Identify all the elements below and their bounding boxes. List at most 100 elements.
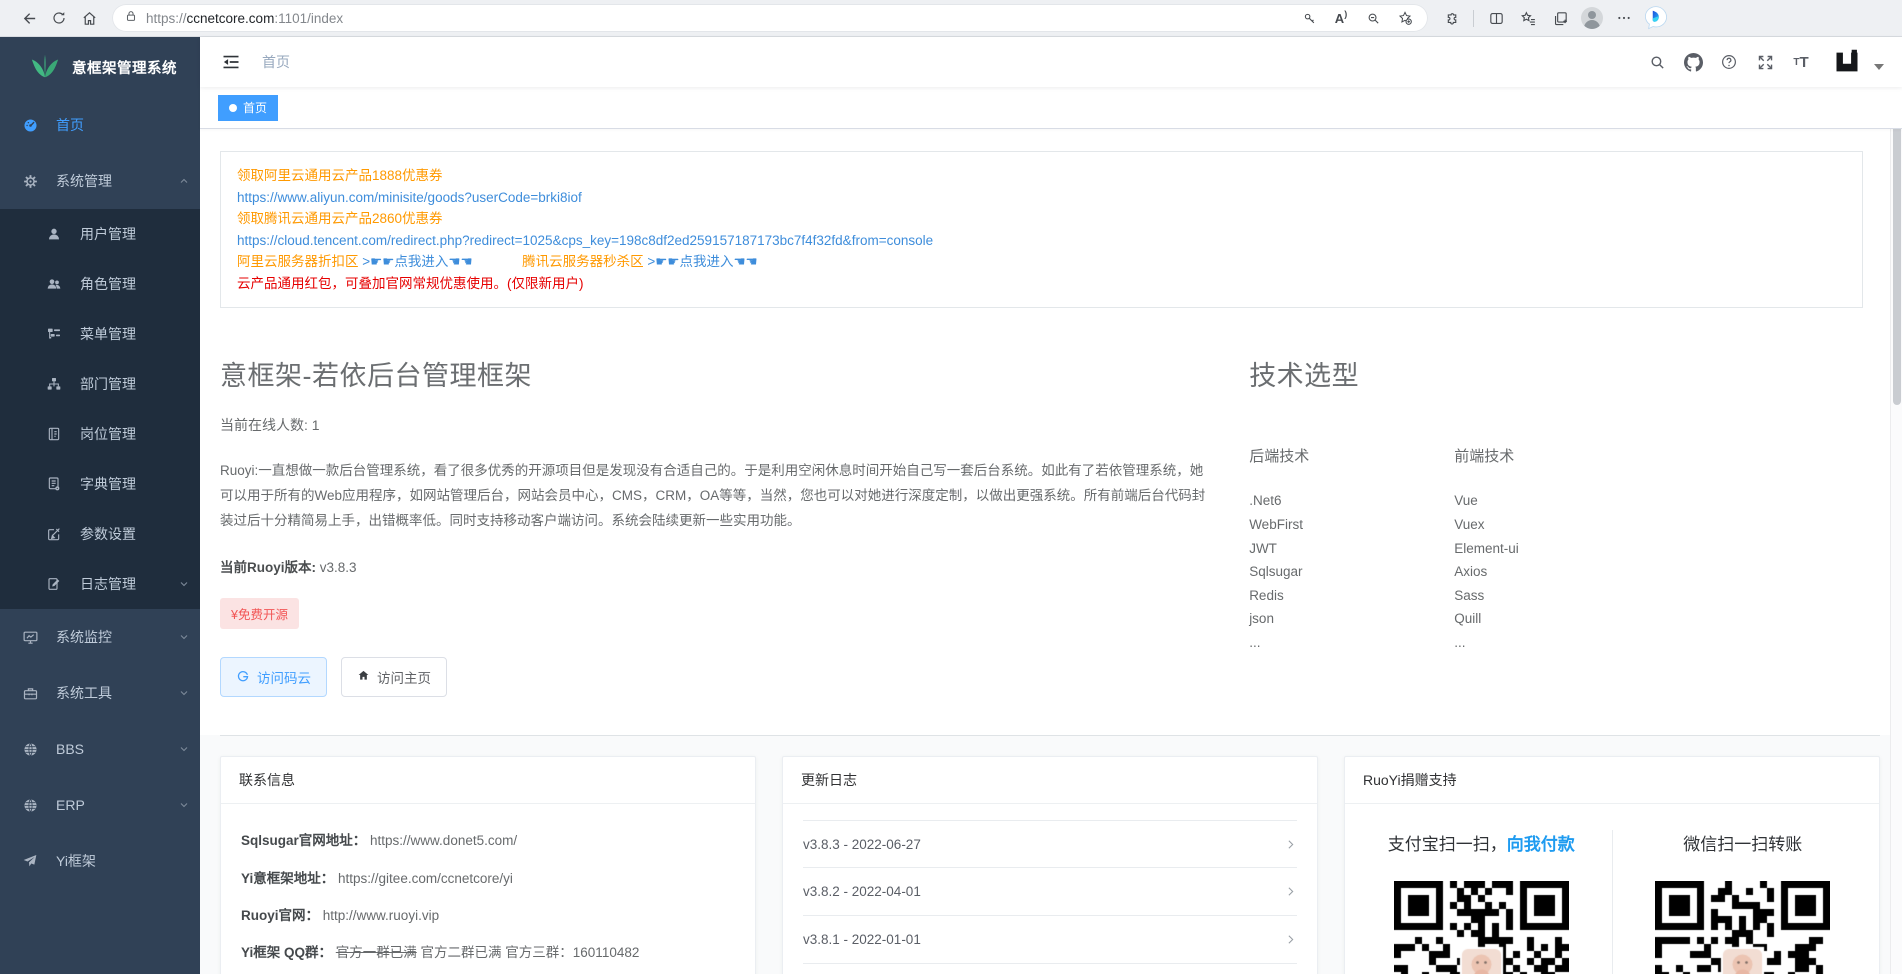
address-bar[interactable]: https://ccnetcore.com:1101/index A) xyxy=(112,4,1428,32)
sidebar-item-tools[interactable]: 系统工具 xyxy=(0,665,200,721)
dashboard-icon xyxy=(22,117,42,134)
paper-plane-icon xyxy=(22,853,42,869)
sidebar-item-menu-mgmt[interactable]: 菜单管理 xyxy=(0,309,200,359)
sqlsugar-link[interactable]: https://www.donet5.com/ xyxy=(370,833,517,848)
chevron-down-icon xyxy=(178,799,190,811)
sidebar-item-log-mgmt[interactable]: 日志管理 xyxy=(0,559,200,609)
password-key-icon[interactable] xyxy=(1294,3,1324,33)
fullscreen-icon[interactable] xyxy=(1750,47,1780,77)
chevron-up-icon xyxy=(178,175,190,187)
visit-homepage-button[interactable]: 访问主页 xyxy=(341,657,447,697)
visit-gitee-button[interactable]: 访问码云 xyxy=(220,657,327,697)
tencent-enter-link[interactable]: >☛☛点我进入☚☚ xyxy=(647,254,757,269)
collections-icon[interactable] xyxy=(1545,3,1575,33)
org-tree-icon xyxy=(46,376,66,392)
notice-box: 领取阿里云通用云产品1888优惠券 https://www.aliyun.com… xyxy=(220,151,1863,308)
toolbox-icon xyxy=(22,685,42,702)
chevron-right-icon xyxy=(1284,838,1297,851)
app-logo[interactable]: 意框架管理系统 xyxy=(0,37,200,97)
refresh-icon[interactable] xyxy=(44,3,74,33)
sidebar-item-param-settings[interactable]: 参数设置 xyxy=(0,509,200,559)
edit-square-icon xyxy=(46,526,66,542)
zoom-out-icon[interactable] xyxy=(1358,3,1388,33)
scrollbar-thumb[interactable] xyxy=(1893,95,1901,405)
sidebar-item-monitor[interactable]: 系统监控 xyxy=(0,609,200,665)
search-icon[interactable] xyxy=(1642,47,1672,77)
sidebar-item-bbs[interactable]: BBS xyxy=(0,721,200,777)
contact-card-title: 联系信息 xyxy=(221,757,755,804)
aliyun-enter-link[interactable]: >☛☛点我进入☚☚ xyxy=(362,254,472,269)
changelog-list: v3.8.3 - 2022-06-27 v3.8.2 - 2022-04-01 … xyxy=(783,804,1317,974)
sidebar-item-erp[interactable]: ERP xyxy=(0,777,200,833)
ruoyi-site-link[interactable]: http://www.ruoyi.vip xyxy=(323,908,439,923)
back-icon[interactable] xyxy=(14,3,44,33)
active-tab-dot xyxy=(229,104,237,112)
sidebar-item-role-mgmt[interactable]: 角色管理 xyxy=(0,259,200,309)
notice-aliyun-link[interactable]: https://www.aliyun.com/minisite/goods?us… xyxy=(237,188,1846,208)
read-aloud-icon[interactable]: A) xyxy=(1326,3,1356,33)
sidebar-item-post-mgmt[interactable]: 岗位管理 xyxy=(0,409,200,459)
alipay-donate-column: 支付宝扫一扫，向我付款 xyxy=(1351,830,1612,974)
font-size-icon[interactable]: TT xyxy=(1786,47,1816,77)
changelog-card: 更新日志 v3.8.3 - 2022-06-27 v3.8.2 - 2022-0… xyxy=(782,756,1318,974)
page-content: 领取阿里云通用云产品1888优惠券 https://www.aliyun.com… xyxy=(200,129,1902,974)
intro-section: 意框架-若依后台管理框架 当前在线人数: 1 Ruoyi:一直想做一款后台管理系… xyxy=(220,330,1249,697)
backend-tech-list: .Net6WebFirst JWTSqlsugar Redisjson ... xyxy=(1249,490,1454,653)
tags-view-bar: 首页 xyxy=(200,87,1902,129)
tech-section: 技术选型 后端技术 .Net6WebFirst JWTSqlsugar Redi… xyxy=(1249,330,1880,697)
settings-more-icon[interactable] xyxy=(1609,3,1639,33)
copilot-bing-icon[interactable] xyxy=(1641,3,1671,33)
top-navbar: 首页 TT xyxy=(200,37,1902,87)
version-line: 当前Ruoyi版本: v3.8.3 xyxy=(220,556,1209,576)
breadcrumb[interactable]: 首页 xyxy=(262,52,290,72)
chevron-right-icon xyxy=(1284,933,1297,946)
tab-home[interactable]: 首页 xyxy=(218,95,278,121)
edit-doc-icon xyxy=(46,576,66,592)
home-filled-icon xyxy=(357,669,370,685)
split-screen-icon[interactable] xyxy=(1481,3,1511,33)
changelog-row[interactable]: v3.8.1 - 2022-01-01 xyxy=(803,916,1297,964)
github-icon[interactable] xyxy=(1678,47,1708,77)
help-icon[interactable] xyxy=(1714,47,1744,77)
contact-row-sqlsugar: Sqlsugar官网地址： https://www.donet5.com/ xyxy=(241,831,735,851)
changelog-row[interactable]: v3.8.0 - 2021-12-01 xyxy=(803,964,1297,974)
notice-tencent-link[interactable]: https://cloud.tencent.com/redirect.php?r… xyxy=(237,231,1846,251)
pay-me-link[interactable]: 向我付款 xyxy=(1507,835,1575,854)
favorite-star-add-icon[interactable] xyxy=(1390,3,1420,33)
home-icon[interactable] xyxy=(74,3,104,33)
free-open-source-badge: ¥免费开源 xyxy=(220,598,299,629)
chevron-down-icon xyxy=(178,631,190,643)
chevron-down-icon xyxy=(178,743,190,755)
contact-row-yi: Yi意框架地址： https://gitee.com/ccnetcore/yi xyxy=(241,869,735,889)
user-icon xyxy=(46,226,66,242)
wechat-qr-code xyxy=(1655,881,1830,974)
version-value: v3.8.3 xyxy=(320,560,357,575)
globe-icon xyxy=(22,741,42,758)
sidebar-item-dept-mgmt[interactable]: 部门管理 xyxy=(0,359,200,409)
changelog-row[interactable]: v3.8.2 - 2022-04-01 xyxy=(803,868,1297,916)
yi-gitee-link[interactable]: https://gitee.com/ccnetcore/yi xyxy=(338,871,513,886)
sidebar-item-system[interactable]: 系统管理 xyxy=(0,153,200,209)
notice-tencent-coupon: 领取腾讯云通用云产品2860优惠券 xyxy=(237,209,1846,229)
avatar-caret-down-icon[interactable] xyxy=(1874,64,1884,70)
wechat-donate-column: 微信扫一扫转账 xyxy=(1612,830,1874,974)
sidebar-collapse-icon[interactable] xyxy=(214,45,248,79)
gitee-icon xyxy=(236,669,250,686)
sidebar-item-user-mgmt[interactable]: 用户管理 xyxy=(0,209,200,259)
donate-card: RuoYi捐赠支持 支付宝扫一扫，向我付款 微信扫一扫转账 xyxy=(1344,756,1880,974)
profile-avatar[interactable] xyxy=(1577,3,1607,33)
changelog-row[interactable]: v3.8.3 - 2022-06-27 xyxy=(803,820,1297,868)
backend-subtitle: 后端技术 xyxy=(1249,445,1454,466)
online-count-line: 当前在线人数: 1 xyxy=(220,415,1209,435)
sidebar-item-home[interactable]: 首页 xyxy=(0,97,200,153)
favorites-hub-icon[interactable] xyxy=(1513,3,1543,33)
site-lock-icon[interactable] xyxy=(124,9,138,28)
sidebar-item-dict-mgmt[interactable]: 字典管理 xyxy=(0,459,200,509)
chevron-down-icon xyxy=(178,687,190,699)
sidebar-item-yi-framework[interactable]: Yi框架 xyxy=(0,833,200,889)
system-submenu: 用户管理 角色管理 菜单管理 部门管理 xyxy=(0,209,200,609)
extensions-icon[interactable] xyxy=(1436,3,1466,33)
url-text[interactable]: https://ccnetcore.com:1101/index xyxy=(146,11,1294,26)
chevron-down-icon xyxy=(178,578,190,590)
user-avatar-logo[interactable] xyxy=(1832,47,1862,77)
